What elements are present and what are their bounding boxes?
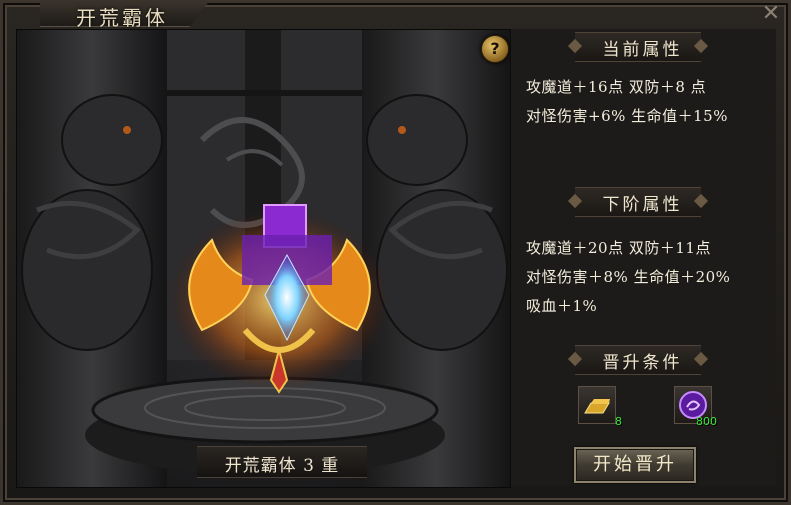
gold-count: 8: [615, 415, 622, 428]
requirements-title: 晋升条件: [602, 353, 683, 373]
scene-illustration: [17, 30, 510, 487]
gold-bar-icon: [584, 399, 610, 414]
next-attributes-title: 下阶属性: [602, 195, 683, 215]
current-stat-line-2: 对怪伤害+6% 生命值＋15%: [526, 107, 728, 125]
next-stat-line-2: 对怪伤害＋8% 生命值＋20%: [526, 268, 731, 286]
current-attributes-title: 当前属性: [602, 40, 683, 60]
level-label: 开荒霸体 3 重: [224, 456, 340, 476]
next-stat-line-3: 吸血＋1%: [526, 297, 598, 315]
requirement-item-gold[interactable]: [578, 386, 616, 424]
scene-view: [16, 29, 511, 488]
close-icon[interactable]: ✕: [757, 2, 785, 28]
next-stat-line-1: 攻魔道＋20点 双防＋11点: [526, 239, 711, 257]
window-title: 开荒霸体: [76, 6, 168, 30]
current-stat-line-1: 攻魔道＋16点 双防＋8 点: [526, 78, 707, 96]
help-icon[interactable]: ?: [481, 35, 509, 63]
orb-count: 800: [696, 415, 717, 428]
start-upgrade-button[interactable]: 开始晋升: [574, 447, 696, 483]
